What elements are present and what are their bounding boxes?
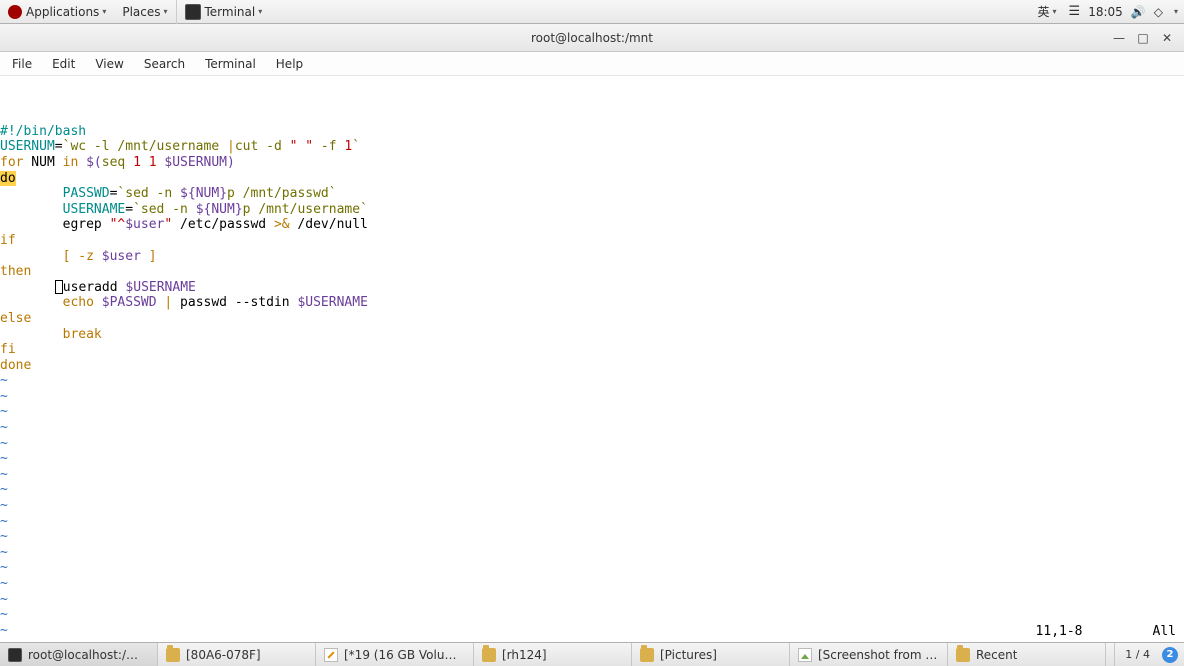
empty-line-marker: ~ (0, 514, 1184, 530)
code-line: egrep "^$user" /etc/passwd >& /dev/null (0, 217, 1184, 233)
taskbar-button-label: [Screenshot from 20... (818, 648, 939, 662)
term-icon (8, 648, 22, 662)
taskbar-button[interactable]: [rh124] (474, 643, 632, 666)
code-line: #!/bin/bash (0, 124, 1184, 140)
empty-line-marker: ~ (0, 404, 1184, 420)
taskbar-button-label: [Pictures] (660, 648, 717, 662)
code-line: else (0, 311, 1184, 327)
workspace-badge[interactable]: 2 (1162, 647, 1178, 663)
applications-label: Applications (26, 5, 99, 19)
chevron-down-icon: ▾ (102, 7, 106, 16)
top-panel: Applications ▾ Places ▾ Terminal ▾ 英 ▾ ☰… (0, 0, 1184, 24)
taskbar-button[interactable]: root@localhost:/mnt (0, 643, 158, 666)
text-cursor (55, 280, 63, 294)
taskbar-button-label: [80A6-078F] (186, 648, 261, 662)
empty-line-marker: ~ (0, 373, 1184, 389)
applications-menu[interactable]: Applications ▾ (0, 0, 114, 24)
image-icon (798, 648, 812, 662)
taskbar-button-label: Recent (976, 648, 1017, 662)
taskbar-button[interactable]: [80A6-078F] (158, 643, 316, 666)
folder-icon (166, 648, 180, 662)
distro-icon (8, 5, 22, 19)
code-line: done (0, 358, 1184, 374)
code-line: PASSWD=`sed -n ${NUM}p /mnt/passwd` (0, 186, 1184, 202)
taskbar-button-label: [rh124] (502, 648, 547, 662)
chevron-down-icon: ▾ (1174, 7, 1178, 16)
taskbar-button[interactable]: Recent (948, 643, 1106, 666)
places-label: Places (122, 5, 160, 19)
menu-file[interactable]: File (2, 52, 42, 76)
empty-line-marker: ~ (0, 420, 1184, 436)
taskbar-button[interactable]: [*19 (16 GB Volum... (316, 643, 474, 666)
folder-icon (640, 648, 654, 662)
taskbar-button-label: [*19 (16 GB Volum... (344, 648, 465, 662)
menu-edit[interactable]: Edit (42, 52, 85, 76)
chevron-down-icon: ▾ (258, 7, 262, 16)
empty-line-marker: ~ (0, 576, 1184, 592)
cursor-position: 11,1-8 (1036, 624, 1083, 640)
bottom-taskbar: root@localhost:/mnt [80A6-078F] [*19 (16 G… (0, 642, 1184, 666)
chevron-down-icon: ▾ (163, 7, 167, 16)
code-line: for NUM in $(seq 1 1 $USERNUM) (0, 155, 1184, 171)
terminal-menu[interactable]: Terminal ▾ (176, 0, 271, 24)
taskbar-button[interactable]: [Pictures] (632, 643, 790, 666)
empty-line-marker: ~ (0, 482, 1184, 498)
code-line: if (0, 233, 1184, 249)
code-line: USERNUM=`wc -l /mnt/username |cut -d " "… (0, 139, 1184, 155)
menu-search[interactable]: Search (134, 52, 195, 76)
empty-line-marker: ~ (0, 592, 1184, 608)
volume-icon[interactable]: 🔊 (1131, 5, 1146, 19)
window-title: root@localhost:/mnt (0, 31, 1184, 45)
empty-line-marker: ~ (0, 607, 1184, 623)
empty-line-marker: ~ (0, 560, 1184, 576)
empty-line-marker: ~ (0, 467, 1184, 483)
editor-area[interactable]: #!/bin/bashUSERNUM=`wc -l /mnt/username … (0, 76, 1184, 642)
empty-line-marker: ~ (0, 389, 1184, 405)
ime-label: 英 (1038, 3, 1050, 20)
empty-line-marker: ~ (0, 498, 1184, 514)
empty-line-marker: ~ (0, 529, 1184, 545)
terminal-window: root@localhost:/mnt — □ ✕ File Edit View… (0, 24, 1184, 642)
code-line: break (0, 327, 1184, 343)
edit-icon (324, 648, 338, 662)
terminal-label: Terminal (205, 5, 256, 19)
folder-icon (956, 648, 970, 662)
vim-status-line: 11,1-8 All (1036, 624, 1176, 640)
code-line: useradd $USERNAME (0, 280, 1184, 296)
taskbar-button-label: root@localhost:/mnt (28, 648, 149, 662)
workspace-indicator[interactable]: 1 / 4 (1121, 648, 1154, 661)
empty-line-marker: ~ (0, 623, 1184, 639)
notifications-icon[interactable]: ◇ (1154, 5, 1163, 19)
accessibility-icon[interactable]: ☰ (1069, 4, 1081, 19)
code-line: USERNAME=`sed -n ${NUM}p /mnt/username` (0, 202, 1184, 218)
menu-help[interactable]: Help (266, 52, 313, 76)
menu-view[interactable]: View (85, 52, 133, 76)
chevron-down-icon: ▾ (1053, 7, 1057, 16)
window-titlebar[interactable]: root@localhost:/mnt — □ ✕ (0, 24, 1184, 52)
terminal-icon (185, 4, 201, 20)
empty-line-marker: ~ (0, 451, 1184, 467)
input-method-indicator[interactable]: 英 ▾ (1034, 0, 1061, 24)
scroll-position: All (1153, 624, 1176, 640)
taskbar-button[interactable]: [Screenshot from 20... (790, 643, 948, 666)
empty-line-marker: ~ (0, 436, 1184, 452)
menubar: File Edit View Search Terminal Help (0, 52, 1184, 76)
places-menu[interactable]: Places ▾ (114, 0, 175, 24)
menu-terminal[interactable]: Terminal (195, 52, 266, 76)
code-line: fi (0, 342, 1184, 358)
code-line: do (0, 171, 1184, 187)
folder-icon (482, 648, 496, 662)
empty-line-marker: ~ (0, 545, 1184, 561)
code-line: echo $PASSWD | passwd --stdin $USERNAME (0, 295, 1184, 311)
clock[interactable]: 18:05 (1088, 5, 1123, 19)
code-line: then (0, 264, 1184, 280)
code-line: [ -z $user ] (0, 249, 1184, 265)
